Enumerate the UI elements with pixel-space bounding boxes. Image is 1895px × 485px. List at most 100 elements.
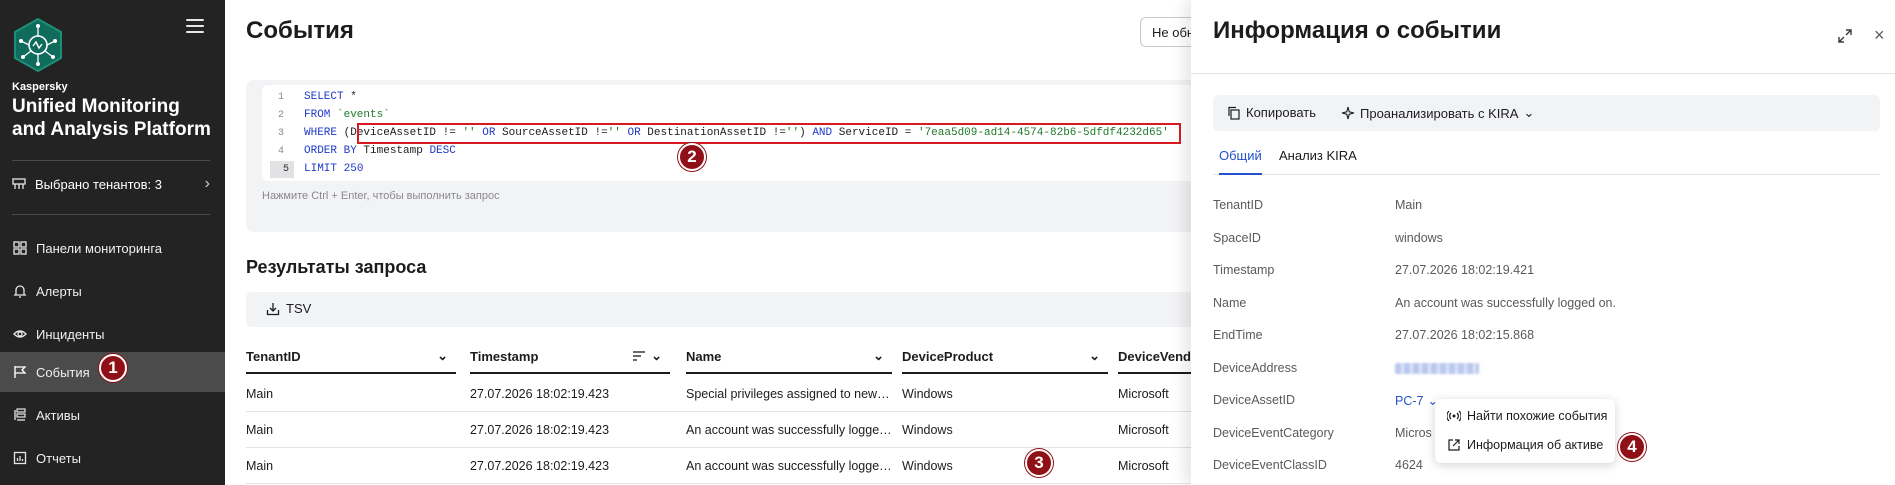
sidebar-item-label: Отчеты <box>36 450 81 466</box>
sidebar-item-assets[interactable]: Активы <box>0 395 225 435</box>
annotation-badge: 2 <box>678 143 706 171</box>
field-key: TenantID <box>1213 198 1264 212</box>
line-number: 1 <box>277 91 284 103</box>
sparkle-icon <box>1341 106 1355 120</box>
column-header-label: TenantID <box>246 348 301 364</box>
highlight-box <box>357 123 1181 144</box>
redacted-value <box>1395 363 1479 374</box>
sql-keyword: FROM <box>304 109 331 121</box>
chevron-right-icon: › <box>204 175 210 192</box>
tab-kira-analysis[interactable]: Анализ KIRA <box>1279 148 1357 175</box>
sql-keyword: WHERE <box>304 127 338 139</box>
sidebar-item-incidents[interactable]: Инциденты <box>0 314 225 354</box>
table-row[interactable]: Main 27.07.2026 18:02:19.423 An account … <box>246 448 1206 484</box>
menu-item-label: Информация об активе <box>1467 438 1604 452</box>
column-header-label: DeviceVendo <box>1118 348 1199 364</box>
column-header-timestamp[interactable]: Timestamp ⌄ <box>470 340 670 374</box>
sidebar-item-label: Инциденты <box>36 326 105 342</box>
results-toolbar: TSV <box>246 292 1206 327</box>
sql-number: 250 <box>337 163 364 175</box>
panel-divider <box>1191 73 1895 74</box>
field-key: DeviceAddress <box>1213 361 1298 375</box>
field-row: TenantID Main <box>1213 198 1880 218</box>
dashboard-icon <box>13 241 27 255</box>
column-header-deviceproduct[interactable]: DeviceProduct ⌄ <box>902 340 1108 374</box>
sql-string: `events` <box>330 109 390 121</box>
table-cell: Windows <box>902 387 953 401</box>
annotation-badge: 4 <box>1618 433 1646 461</box>
download-icon <box>266 302 280 315</box>
close-icon[interactable]: × <box>1874 26 1890 44</box>
table-cell: 27.07.2026 18:02:19.423 <box>470 387 610 401</box>
field-key: SpaceID <box>1213 231 1261 245</box>
sidebar-item-label: Активы <box>36 407 80 423</box>
flag-icon <box>13 365 27 379</box>
sql-editor[interactable]: 1 SELECT * 2 FROM `events` 3 WHERE (Devi… <box>262 85 1206 181</box>
assets-icon <box>13 408 27 422</box>
menu-item-find-similar[interactable]: Найти похожие события <box>1447 409 1607 423</box>
table-row[interactable]: Main 27.07.2026 18:02:19.423 Special pri… <box>246 376 1206 412</box>
chevron-down-icon: ⌄ <box>651 348 662 363</box>
menu-item-asset-info[interactable]: Информация об активе <box>1447 438 1603 452</box>
analyze-kira-label: Проанализировать с KIRA <box>1360 105 1519 121</box>
sidebar-item-dashboards[interactable]: Панели мониторинга <box>0 228 225 268</box>
field-value: windows <box>1395 231 1443 245</box>
annotation-badge: 3 <box>1025 449 1053 477</box>
field-value: An account was successfully logged on. <box>1395 296 1616 310</box>
menu-item-label: Найти похожие события <box>1467 409 1608 423</box>
sql-keyword: DESC <box>429 145 456 157</box>
asset-context-menu: Найти похожие события Информация об акти… <box>1435 399 1615 463</box>
panel-tabs: Общий Анализ KIRA <box>1213 145 1880 175</box>
tab-general[interactable]: Общий <box>1219 148 1262 175</box>
asset-link[interactable]: PC-7 ⌄ <box>1395 393 1438 409</box>
table-row[interactable]: Main 27.07.2026 18:02:19.423 An account … <box>246 412 1206 448</box>
field-value: Main <box>1395 198 1423 212</box>
field-row: DeviceAddress <box>1213 361 1880 381</box>
report-icon <box>13 451 27 465</box>
copy-button[interactable]: Копировать <box>1227 105 1316 120</box>
results-title: Результаты запроса <box>246 257 427 277</box>
field-row: Timestamp 27.07.2026 18:02:19.421 <box>1213 263 1880 283</box>
column-header-tenantid[interactable]: TenantID ⌄ <box>246 340 456 374</box>
sidebar-item-label: Панели мониторинга <box>36 240 163 256</box>
sidebar: Kaspersky Unified Monitoring and Analysi… <box>0 0 225 485</box>
table-cell: An account was successfully logge… <box>686 459 892 473</box>
copy-icon <box>1228 106 1240 120</box>
field-row: EndTime 27.07.2026 18:02:15.868 <box>1213 328 1880 348</box>
sort-icon <box>633 351 646 361</box>
sidebar-item-alerts[interactable]: Алерты <box>0 271 225 311</box>
hamburger-menu-icon[interactable] <box>186 19 204 33</box>
field-key: Name <box>1213 296 1247 310</box>
column-header-name[interactable]: Name ⌄ <box>686 340 892 374</box>
sidebar-item-reports[interactable]: Отчеты <box>0 438 225 478</box>
column-header-label: Timestamp <box>470 348 539 364</box>
panel-title: Информация о событии <box>1213 17 1502 44</box>
table-cell: Main <box>246 387 274 401</box>
query-panel: 1 SELECT * 2 FROM `events` 3 WHERE (Devi… <box>246 80 1206 232</box>
sql-keyword: ORDER <box>304 145 338 157</box>
analyze-kira-button[interactable]: Проанализировать с KIRA ⌄ <box>1341 105 1534 121</box>
sidebar-item-label: Алерты <box>36 283 82 299</box>
external-link-icon <box>1448 439 1460 451</box>
tenant-selector[interactable]: Выбрано тенантов: 3 › <box>12 173 210 195</box>
code-line: 1 SELECT * <box>262 88 1206 106</box>
broadcast-icon <box>1447 410 1461 422</box>
query-hint: Нажмите Ctrl + Enter, чтобы выполнить за… <box>262 190 500 202</box>
line-number: 2 <box>277 109 284 121</box>
field-key: DeviceAssetID <box>1213 393 1295 407</box>
table-cell: Windows <box>902 459 953 473</box>
bell-icon <box>13 284 27 298</box>
sql-keyword: SELECT <box>304 91 344 103</box>
field-value: 27.07.2026 18:02:19.421 <box>1395 263 1535 277</box>
field-key: DeviceEventClassID <box>1213 458 1327 472</box>
code-line: 5 LIMIT 250 <box>262 160 1206 178</box>
field-key: EndTime <box>1213 328 1263 342</box>
sql-text: Timestamp <box>356 145 430 157</box>
expand-icon[interactable] <box>1837 28 1853 44</box>
field-row: SpaceID windows <box>1213 231 1880 251</box>
tsv-export-button[interactable]: TSV <box>266 301 311 316</box>
field-value: 27.07.2026 18:02:15.868 <box>1395 328 1535 342</box>
column-header-label: DeviceProduct <box>902 348 994 364</box>
table-cell: 27.07.2026 18:02:19.423 <box>470 459 610 473</box>
sidebar-item-label: События <box>36 364 90 380</box>
